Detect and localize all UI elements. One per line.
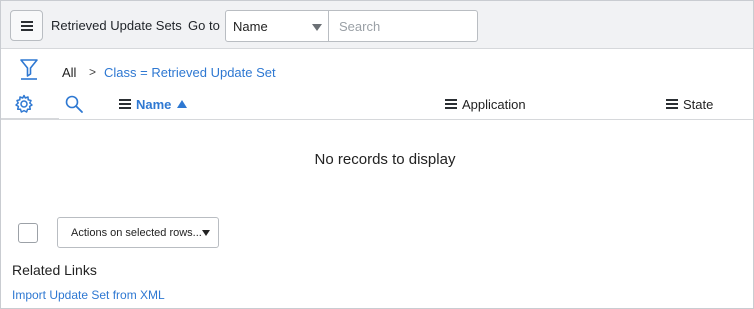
breadcrumb-separator: >	[89, 65, 97, 79]
column-header-name[interactable]: Name	[119, 96, 188, 112]
related-links-heading: Related Links	[12, 262, 97, 278]
breadcrumb-all[interactable]: All	[62, 65, 76, 80]
column-menu-icon[interactable]	[445, 99, 457, 109]
goto-label: Go to	[188, 18, 220, 33]
list-menu-button[interactable]	[10, 10, 43, 41]
select-all-checkbox[interactable]	[18, 223, 38, 243]
breadcrumb-condition[interactable]: Class = Retrieved Update Set	[104, 65, 276, 80]
chevron-down-icon	[202, 230, 210, 236]
column-menu-icon[interactable]	[666, 99, 678, 109]
column-header-application[interactable]: Application	[445, 96, 526, 112]
import-update-set-link[interactable]: Import Update Set from XML	[12, 288, 165, 302]
list-view: Retrieved Update Sets Go to Name All > C…	[0, 0, 754, 309]
sort-ascending-icon	[177, 100, 188, 108]
column-label: Name	[136, 96, 172, 112]
goto-field-value: Name	[233, 19, 268, 34]
column-header-state[interactable]: State	[666, 96, 713, 112]
actions-label: Actions on selected rows...	[71, 227, 202, 239]
gear-icon[interactable]	[14, 94, 34, 114]
list-header: Retrieved Update Sets Go to Name	[1, 1, 753, 49]
page-title: Retrieved Update Sets	[51, 18, 182, 33]
search-input[interactable]	[328, 10, 478, 42]
search-icon[interactable]	[64, 94, 84, 114]
column-header-row	[1, 88, 753, 120]
column-label: State	[683, 96, 714, 112]
goto-field-select[interactable]: Name	[225, 10, 329, 42]
actions-dropdown[interactable]: Actions on selected rows...	[57, 217, 219, 248]
column-menu-icon[interactable]	[119, 99, 131, 109]
chevron-down-icon	[312, 24, 322, 31]
filter-icon[interactable]	[19, 57, 39, 81]
column-label: Application	[462, 96, 526, 112]
empty-state-message: No records to display	[314, 151, 456, 168]
